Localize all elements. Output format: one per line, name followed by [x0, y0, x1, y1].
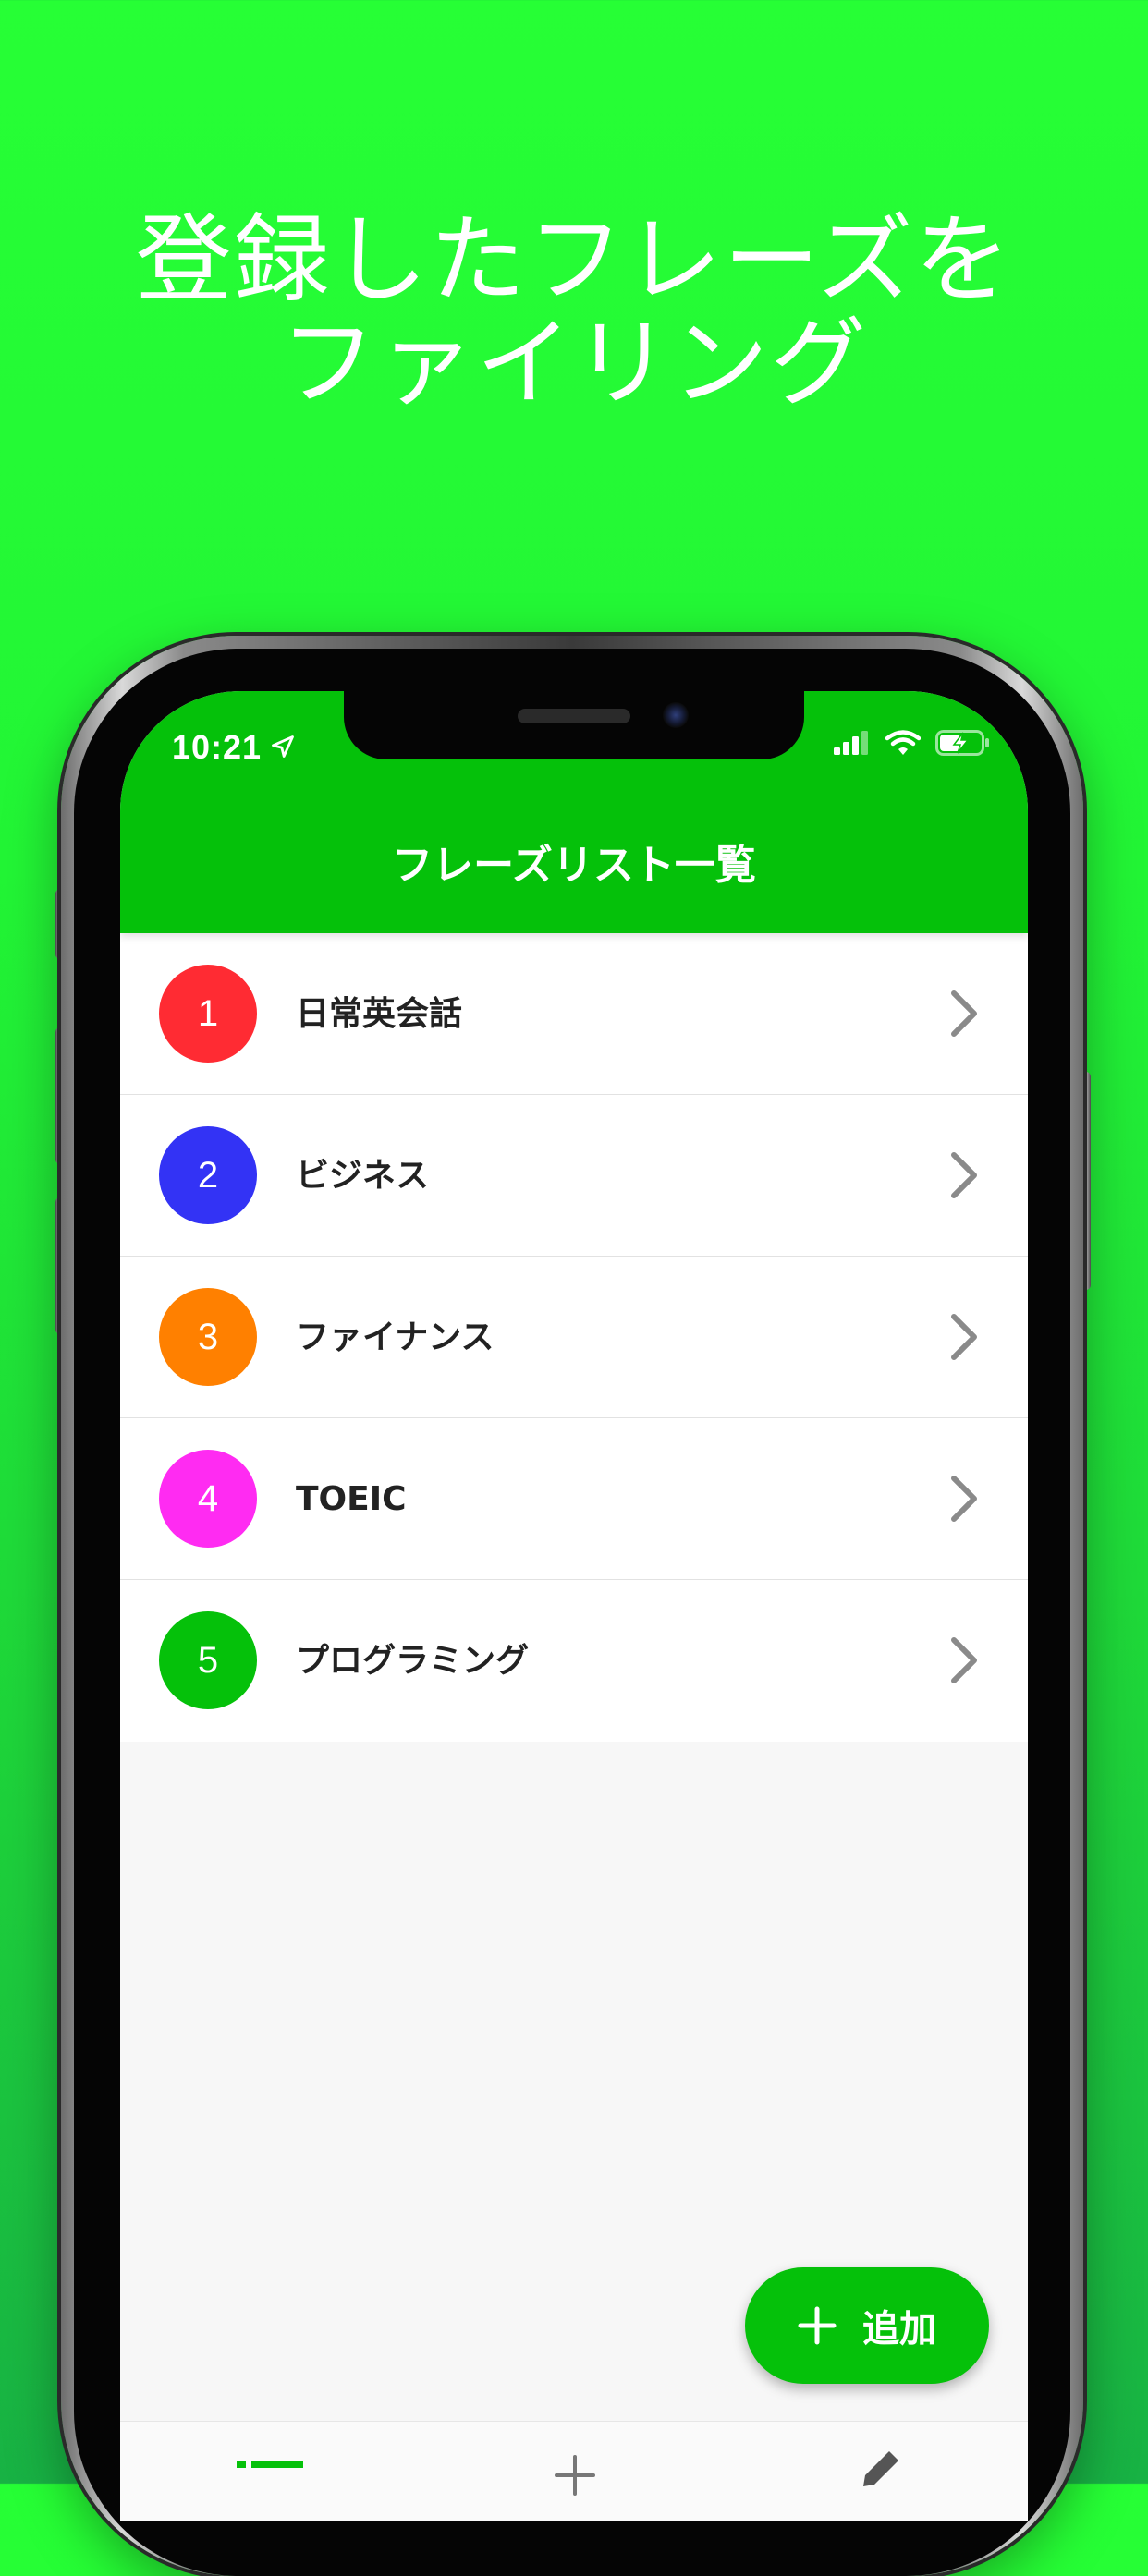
list-number-badge: 4 [159, 1450, 257, 1548]
add-icon[interactable] [555, 2455, 595, 2496]
chevron-right-icon [951, 1314, 977, 1360]
status-icons [834, 730, 991, 756]
list-item-label: TOEIC [296, 1480, 407, 1518]
list-item[interactable]: 3 ファイナンス [120, 1257, 1028, 1418]
wifi-icon [885, 730, 921, 755]
chevron-right-icon [951, 1152, 977, 1198]
list-number-badge: 5 [159, 1611, 257, 1709]
bottom-tab-bar [120, 2421, 1028, 2521]
app-screen: 10:21 フレーズリスト一覧 1 日常英会話 2 ビジネス 3 ファイナンス … [120, 691, 1028, 2521]
edit-icon[interactable] [860, 2448, 902, 2490]
list-item[interactable]: 4 TOEIC [120, 1418, 1028, 1580]
add-list-button[interactable]: 追加 [745, 2267, 989, 2384]
battery-charging-icon [935, 730, 989, 756]
list-item-label: プログラミング [296, 1642, 530, 1680]
list-item[interactable]: 5 プログラミング [120, 1580, 1028, 1742]
list-item[interactable]: 2 ビジネス [120, 1095, 1028, 1257]
add-button-label: 追加 [862, 2308, 936, 2351]
list-item[interactable]: 1 日常英会話 [120, 933, 1028, 1095]
list-item-label: ファイナンス [296, 1318, 495, 1356]
status-time: 10:21 [172, 728, 263, 766]
promo-headline: 登録したフレーズを ファイリング [0, 208, 1148, 415]
page-title: フレーズリスト一覧 [392, 842, 756, 889]
list-number-badge: 2 [159, 1126, 257, 1224]
phone-speaker [518, 709, 630, 723]
chevron-right-icon [951, 1476, 977, 1522]
headline-line-2: ファイリング [279, 307, 868, 419]
chevron-right-icon [951, 1637, 977, 1683]
list-item-label: 日常英会話 [296, 995, 463, 1033]
list-number-badge: 3 [159, 1288, 257, 1386]
phone-notch [344, 691, 804, 759]
phone-camera [663, 702, 689, 728]
signal-icon [834, 731, 868, 755]
list-item-label: ビジネス [296, 1157, 430, 1195]
phrase-list: 1 日常英会話 2 ビジネス 3 ファイナンス 4 TOEIC 5 プログラミン… [120, 933, 1028, 1742]
location-arrow-icon [272, 735, 294, 758]
headline-line-1: 登録したフレーズを [135, 203, 1013, 316]
chevron-right-icon [951, 990, 977, 1037]
list-icon[interactable] [237, 2461, 303, 2516]
list-number-badge: 1 [159, 965, 257, 1063]
plus-icon [798, 2306, 837, 2345]
